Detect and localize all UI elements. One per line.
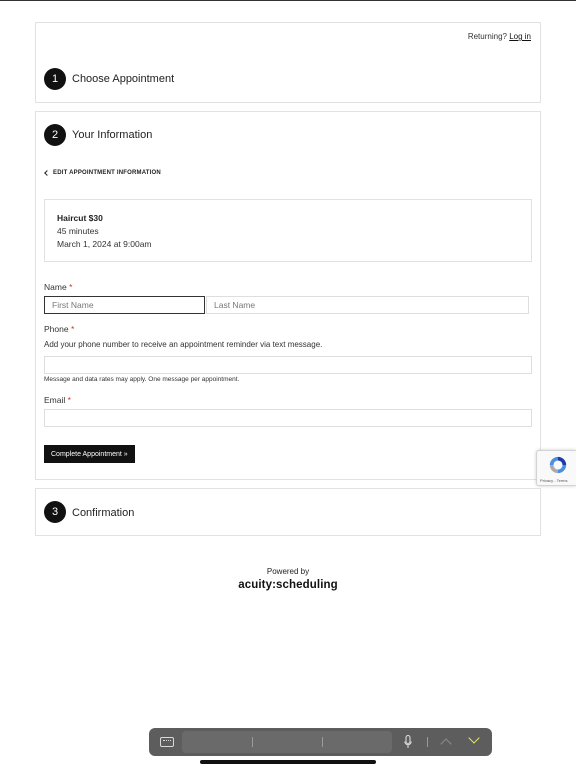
appointment-datetime: March 1, 2024 at 9:00am: [57, 239, 152, 249]
step-confirmation: 3 Confirmation: [35, 488, 541, 536]
phone-rates-note: Message and data rates may apply. One me…: [44, 376, 240, 383]
step-number-1: 1: [44, 68, 66, 90]
email-label-text: Email: [44, 395, 66, 405]
phone-label: Phone *: [44, 324, 74, 334]
recaptcha-badge[interactable]: Privacy - Terms: [536, 450, 576, 486]
appointment-summary: Haircut $30 45 minutes March 1, 2024 at …: [44, 199, 532, 262]
phone-label-text: Phone: [44, 324, 69, 334]
top-divider: [0, 0, 576, 1]
name-label-text: Name: [44, 282, 67, 292]
keyboard-accessory-bar: [149, 728, 492, 756]
autofill-suggestions[interactable]: [182, 731, 392, 753]
step-your-information: 2 Your Information EDIT APPOINTMENT INFO…: [35, 111, 541, 480]
chevron-left-icon: [44, 170, 50, 176]
email-label: Email *: [44, 395, 71, 405]
step-choose-appointment: Returning? Log in 1 Choose Appointment: [35, 22, 541, 103]
suggestion-divider: [322, 737, 323, 747]
login-link[interactable]: Log in: [509, 32, 531, 41]
step-number-2: 2: [44, 124, 66, 146]
last-name-input[interactable]: [206, 296, 529, 314]
name-required-mark: *: [69, 282, 73, 292]
chevron-down-icon[interactable]: [468, 732, 480, 744]
phone-help-text: Add your phone number to receive an appo…: [44, 340, 323, 349]
email-required-mark: *: [67, 395, 71, 405]
returning-text: Returning?: [467, 32, 507, 41]
step-number-3: 3: [44, 501, 66, 523]
complete-appointment-button[interactable]: Complete Appointment »: [44, 445, 135, 463]
name-label: Name *: [44, 282, 72, 292]
toolbar-divider: [427, 737, 428, 747]
microphone-icon[interactable]: [404, 735, 412, 749]
powered-by-text: Powered by: [266, 567, 310, 576]
recaptcha-terms[interactable]: Privacy - Terms: [540, 478, 567, 483]
keyboard-icon[interactable]: [160, 737, 174, 747]
edit-appointment-link[interactable]: EDIT APPOINTMENT INFORMATION: [44, 170, 161, 176]
returning-login: Returning? Log in: [468, 32, 531, 41]
recaptcha-icon: [549, 456, 567, 474]
step-title-confirmation: Confirmation: [72, 507, 135, 519]
chevron-up-icon[interactable]: [440, 738, 452, 750]
step-title-choose-appointment[interactable]: Choose Appointment: [72, 73, 174, 85]
appointment-service: Haircut $30: [57, 213, 103, 223]
appointment-duration: 45 minutes: [57, 226, 99, 236]
phone-required-mark: *: [70, 324, 75, 334]
email-input[interactable]: [44, 409, 532, 427]
edit-appointment-label: EDIT APPOINTMENT INFORMATION: [53, 170, 161, 176]
suggestion-divider: [252, 737, 253, 747]
first-name-input[interactable]: [44, 296, 205, 314]
step-title-your-information: Your Information: [72, 129, 153, 141]
home-indicator: [200, 760, 376, 764]
acuity-scheduling-logo[interactable]: acuity:scheduling: [0, 579, 576, 591]
phone-input[interactable]: [44, 356, 532, 374]
